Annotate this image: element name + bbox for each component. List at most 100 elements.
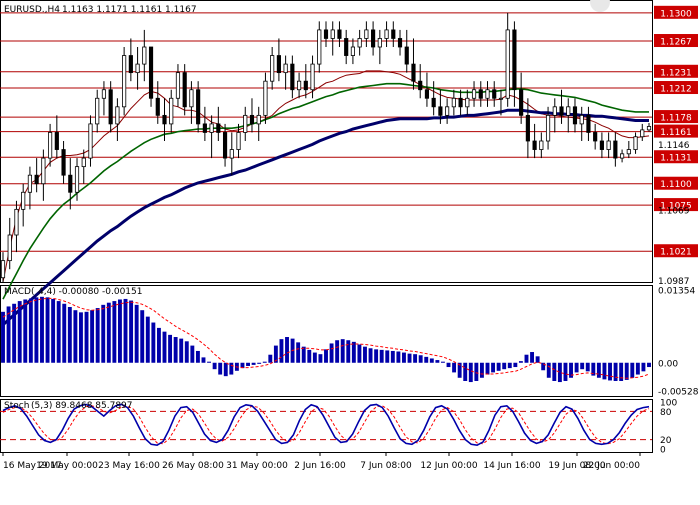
macd-histogram-bar <box>40 296 44 363</box>
macd-label-head: MACD( <box>4 287 35 297</box>
macd-histogram-bar <box>106 302 111 363</box>
x-tick-label: 26 May 08:00 <box>162 461 224 471</box>
candle-body <box>357 38 362 48</box>
macd-histogram-bar <box>79 312 83 363</box>
candle-body <box>290 63 295 91</box>
macd-histogram-bar <box>407 353 412 363</box>
candle-body <box>142 46 147 65</box>
stoch-tick-label: 80 <box>660 408 672 418</box>
macd-histogram-bar <box>129 300 134 363</box>
candle-body <box>202 123 207 133</box>
macd-histogram-bar <box>580 362 585 370</box>
macd-histogram-bar <box>262 361 267 363</box>
candle-body <box>646 126 652 131</box>
symbol-label: EURUSD.,H4 <box>4 5 60 15</box>
candle-body <box>458 97 463 108</box>
x-tick-label: 12 Jun 00:00 <box>420 461 477 471</box>
candle-body <box>196 89 201 125</box>
candle-body <box>175 72 181 99</box>
candle-body <box>572 106 578 125</box>
macd-histogram-bar <box>296 342 301 363</box>
macd-histogram-bar <box>574 362 579 373</box>
candle-body <box>337 29 342 39</box>
macd-histogram-bar <box>34 297 39 363</box>
candle-body <box>14 208 19 236</box>
macd-histogram-bar <box>318 354 323 363</box>
level-price-label: 1.1267 <box>660 38 692 48</box>
candle-body <box>270 55 275 82</box>
candle-body <box>317 29 322 65</box>
macd-histogram-bar <box>446 362 451 368</box>
candle-body <box>61 149 66 176</box>
macd-histogram-bar <box>218 362 223 375</box>
candle-body <box>169 97 174 125</box>
macd-histogram-bar <box>418 355 423 363</box>
x-axis-labels: 16 May 201719 May 00:00 23 May 16:00 26 Ma… <box>2 452 641 471</box>
macd-histogram-bar <box>507 362 512 369</box>
candle-body <box>135 63 140 74</box>
macd-tick-label: 0.01354 <box>658 287 695 297</box>
macd-histogram-bar <box>207 361 212 363</box>
candle-body <box>48 132 53 159</box>
candle-body <box>424 89 430 99</box>
candle-body <box>633 136 638 150</box>
macd-panel: 0.01354 0.00 -0.00528 <box>1 287 699 398</box>
macd-histogram-bar <box>502 362 507 370</box>
macd-histogram-bar <box>602 362 607 380</box>
macd-histogram-bar <box>647 362 651 368</box>
candle-body <box>418 80 423 91</box>
candle-body <box>545 114 551 142</box>
candle-body <box>364 29 369 39</box>
macd-histogram-bar <box>585 362 590 372</box>
macd-histogram-bar <box>368 348 373 363</box>
macd-histogram-bar <box>307 349 312 363</box>
macd-histogram-bar <box>62 303 67 363</box>
macd-histogram-bar <box>73 310 78 363</box>
macd-histogram-bar <box>168 334 173 363</box>
candle-body <box>344 38 349 56</box>
candle-body <box>148 46 154 99</box>
level-price-label: 1.1161 <box>660 128 692 138</box>
macd-histogram-bar <box>535 356 540 363</box>
macd-histogram-bar <box>84 311 89 363</box>
candle-body <box>330 29 335 39</box>
close-icon[interactable] <box>590 0 610 12</box>
macd-histogram-bar <box>596 362 601 378</box>
macd-histogram-bar <box>641 362 646 372</box>
macd-histogram-bar <box>151 322 156 363</box>
macd-histogram-bar <box>552 362 557 381</box>
macd-histogram-bar <box>513 362 518 368</box>
macd-histogram-bar <box>45 297 50 363</box>
stoch-tick-label: 0 <box>660 446 666 456</box>
candle-body <box>505 29 510 99</box>
level-price-label: 1.1231 <box>660 68 692 78</box>
candle-body <box>68 174 73 193</box>
candle-body <box>445 106 450 116</box>
candle-body <box>471 89 477 99</box>
macd-histogram-bar <box>346 340 351 363</box>
candle-body <box>54 132 59 150</box>
macd-histogram-bar <box>201 357 206 363</box>
x-tick-label: 14 Jun 16:00 <box>483 461 540 471</box>
candle-body <box>263 80 268 116</box>
macd-histogram-bar <box>17 301 22 363</box>
macd-histogram-bar <box>429 358 434 363</box>
candle-body <box>155 97 160 116</box>
macd-histogram-bar <box>134 304 139 363</box>
candle-body <box>88 123 93 159</box>
macd-histogram-bar <box>491 362 496 373</box>
panel-frames <box>0 0 653 453</box>
candle-body <box>620 153 625 159</box>
level-price-label: 1.1100 <box>660 180 692 190</box>
macd-signal-line <box>2 297 650 379</box>
candle-body <box>189 89 194 108</box>
macd-tick-label: 0.00 <box>658 359 678 369</box>
candle-body <box>519 89 524 116</box>
macd-histogram-bar <box>608 362 612 381</box>
stoch-label-head: Stoch <box>4 401 29 411</box>
candle-body <box>21 191 26 210</box>
macd-histogram-bar <box>335 340 340 363</box>
macd-histogram-bar <box>440 361 445 363</box>
macd-histogram-bar <box>268 354 273 363</box>
macd-histogram-bar <box>385 350 390 363</box>
